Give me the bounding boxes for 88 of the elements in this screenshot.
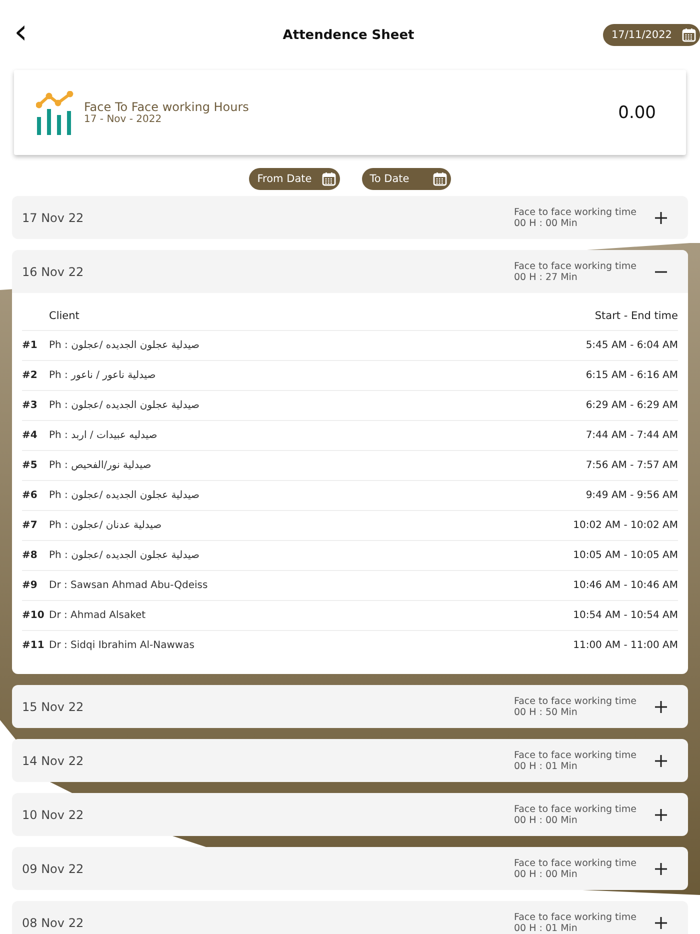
duration-label: Face to face working time — [514, 804, 638, 814]
column-header: Client — [49, 310, 80, 322]
summary-value: 0.00 — [618, 102, 656, 122]
visit-time: 7:44 AM - 7:44 AM — [586, 430, 678, 441]
visit-time: 11:00 AM - 11:00 AM — [573, 640, 678, 651]
visit-time: 5:45 AM - 6:04 AM — [586, 340, 678, 351]
day-header[interactable]: 08 Nov 22 Face to face working time 00 H : 01 Min — [12, 901, 688, 934]
client-name: Ph : صيدلية عجلون الجديده /عجلون — [49, 550, 200, 561]
plus-icon — [654, 754, 668, 768]
day-header[interactable]: 14 Nov 22 Face to face working time 00 H : 01 Min — [12, 739, 688, 782]
client-name: Dr : Ahmad Alsaket — [49, 610, 147, 621]
visit-time: 10:54 AM - 10:54 AM — [573, 610, 678, 621]
day-date: 17 Nov 22 — [22, 210, 85, 224]
day-date: 16 Nov 22 — [22, 264, 85, 278]
expand-toggle[interactable] — [654, 916, 668, 930]
row-index: #1 — [22, 340, 38, 351]
client-name: Dr : Sawsan Ahmad Abu-Qdeiss — [49, 580, 209, 591]
minus-icon — [654, 270, 668, 272]
row-index: #5 — [22, 460, 38, 471]
expand-toggle[interactable] — [654, 754, 668, 768]
row-index: #7 — [22, 520, 38, 531]
summary-title: Face To Face working Hours — [84, 100, 250, 114]
column-header: Start - End time — [594, 310, 678, 322]
day-header[interactable]: 16 Nov 22 Face to face working time 00 H : 27 Min — [12, 250, 688, 293]
expand-toggle[interactable] — [654, 808, 668, 822]
duration-label: Face to face working time — [514, 696, 638, 706]
page-title: Attendence Sheet — [282, 28, 414, 42]
day-date: 15 Nov 22 — [22, 700, 85, 714]
expand-toggle[interactable] — [654, 210, 668, 224]
day-header[interactable]: 15 Nov 22 Face to face working time 00 H : 50 Min — [12, 685, 688, 728]
row-index: #6 — [22, 490, 38, 501]
date-filter-button[interactable]: To Date — [362, 168, 451, 190]
chart-icon — [36, 90, 74, 134]
duration-value: 00 H : 50 Min — [514, 706, 578, 718]
day-date: 10 Nov 22 — [22, 808, 85, 822]
duration-value: 00 H : 01 Min — [514, 922, 578, 934]
client-name: Ph : صيدلية ناعور / ناعور — [49, 370, 157, 381]
day-header[interactable]: 17 Nov 22 Face to face working time 00 H : 00 Min — [12, 196, 688, 239]
duration-label: Face to face working time — [514, 912, 638, 922]
duration-label: Face to face working time — [514, 206, 638, 218]
visit-time: 10:02 AM - 10:02 AM — [573, 520, 678, 531]
row-index: #4 — [22, 430, 38, 441]
duration-value: 00 H : 27 Min — [514, 272, 578, 282]
plus-icon — [654, 210, 668, 224]
day-date: 08 Nov 22 — [22, 916, 85, 930]
date-picker-button[interactable]: 17/11/2022 — [603, 24, 700, 46]
row-index: #10 — [22, 610, 46, 621]
duration-label: Face to face working time — [514, 260, 638, 272]
row-index: #2 — [22, 370, 38, 381]
expand-toggle[interactable] — [654, 862, 668, 876]
day-date: 09 Nov 22 — [22, 862, 85, 876]
visit-time: 6:29 AM - 6:29 AM — [586, 400, 678, 411]
duration-value: 00 H : 00 Min — [514, 218, 578, 228]
calendar-icon — [682, 28, 696, 42]
client-name: Ph : صيدلية عجلون الجديده /عجلون — [49, 340, 200, 351]
row-index: #3 — [22, 400, 38, 411]
expand-toggle[interactable] — [654, 700, 668, 714]
client-name: Ph : صيدلية عجلون الجديده /عجلون — [49, 490, 200, 501]
client-name: Ph : صيدلية نور/الفحيص — [49, 460, 152, 471]
day-header[interactable]: 09 Nov 22 Face to face working time 00 H : 00 Min — [12, 847, 688, 890]
client-name: Ph : صيدليه عبيدات / اربد — [49, 430, 158, 441]
duration-value: 00 H : 01 Min — [514, 760, 578, 772]
calendar-icon — [432, 172, 447, 186]
row-index: #11 — [22, 640, 46, 651]
visit-time: 9:49 AM - 9:56 AM — [586, 490, 678, 501]
summary-date: 17 - Nov - 2022 — [84, 114, 163, 125]
calendar-icon — [322, 172, 336, 186]
plus-icon — [654, 700, 668, 714]
duration-value: 00 H : 00 Min — [514, 814, 578, 826]
day-date: 14 Nov 22 — [22, 754, 85, 768]
visit-time: 10:05 AM - 10:05 AM — [573, 550, 678, 561]
client-name: Dr : Sidqi Ibrahim Al-Nawwas — [49, 640, 196, 651]
plus-icon — [654, 916, 668, 930]
row-index: #8 — [22, 550, 38, 561]
row-index: #9 — [22, 580, 38, 591]
back-button[interactable]: ‹ — [8, 15, 34, 55]
duration-label: Face to face working time — [514, 750, 638, 760]
day-header[interactable]: 10 Nov 22 Face to face working time 00 H : 00 Min — [12, 793, 688, 836]
duration-value: 00 H : 00 Min — [514, 868, 578, 880]
visit-time: 7:56 AM - 7:57 AM — [586, 460, 678, 471]
duration-label: Face to face working time — [514, 858, 638, 868]
visit-time: 10:46 AM - 10:46 AM — [573, 580, 678, 591]
plus-icon — [654, 862, 668, 876]
visit-time: 6:15 AM - 6:16 AM — [586, 370, 678, 381]
plus-icon — [654, 808, 668, 822]
client-name: Ph : صيدلية عجلون الجديده /عجلون — [49, 400, 200, 411]
client-name: Ph : صيدلية عدنان /عجلون — [49, 520, 163, 531]
date-filter-button[interactable]: From Date — [249, 168, 340, 190]
